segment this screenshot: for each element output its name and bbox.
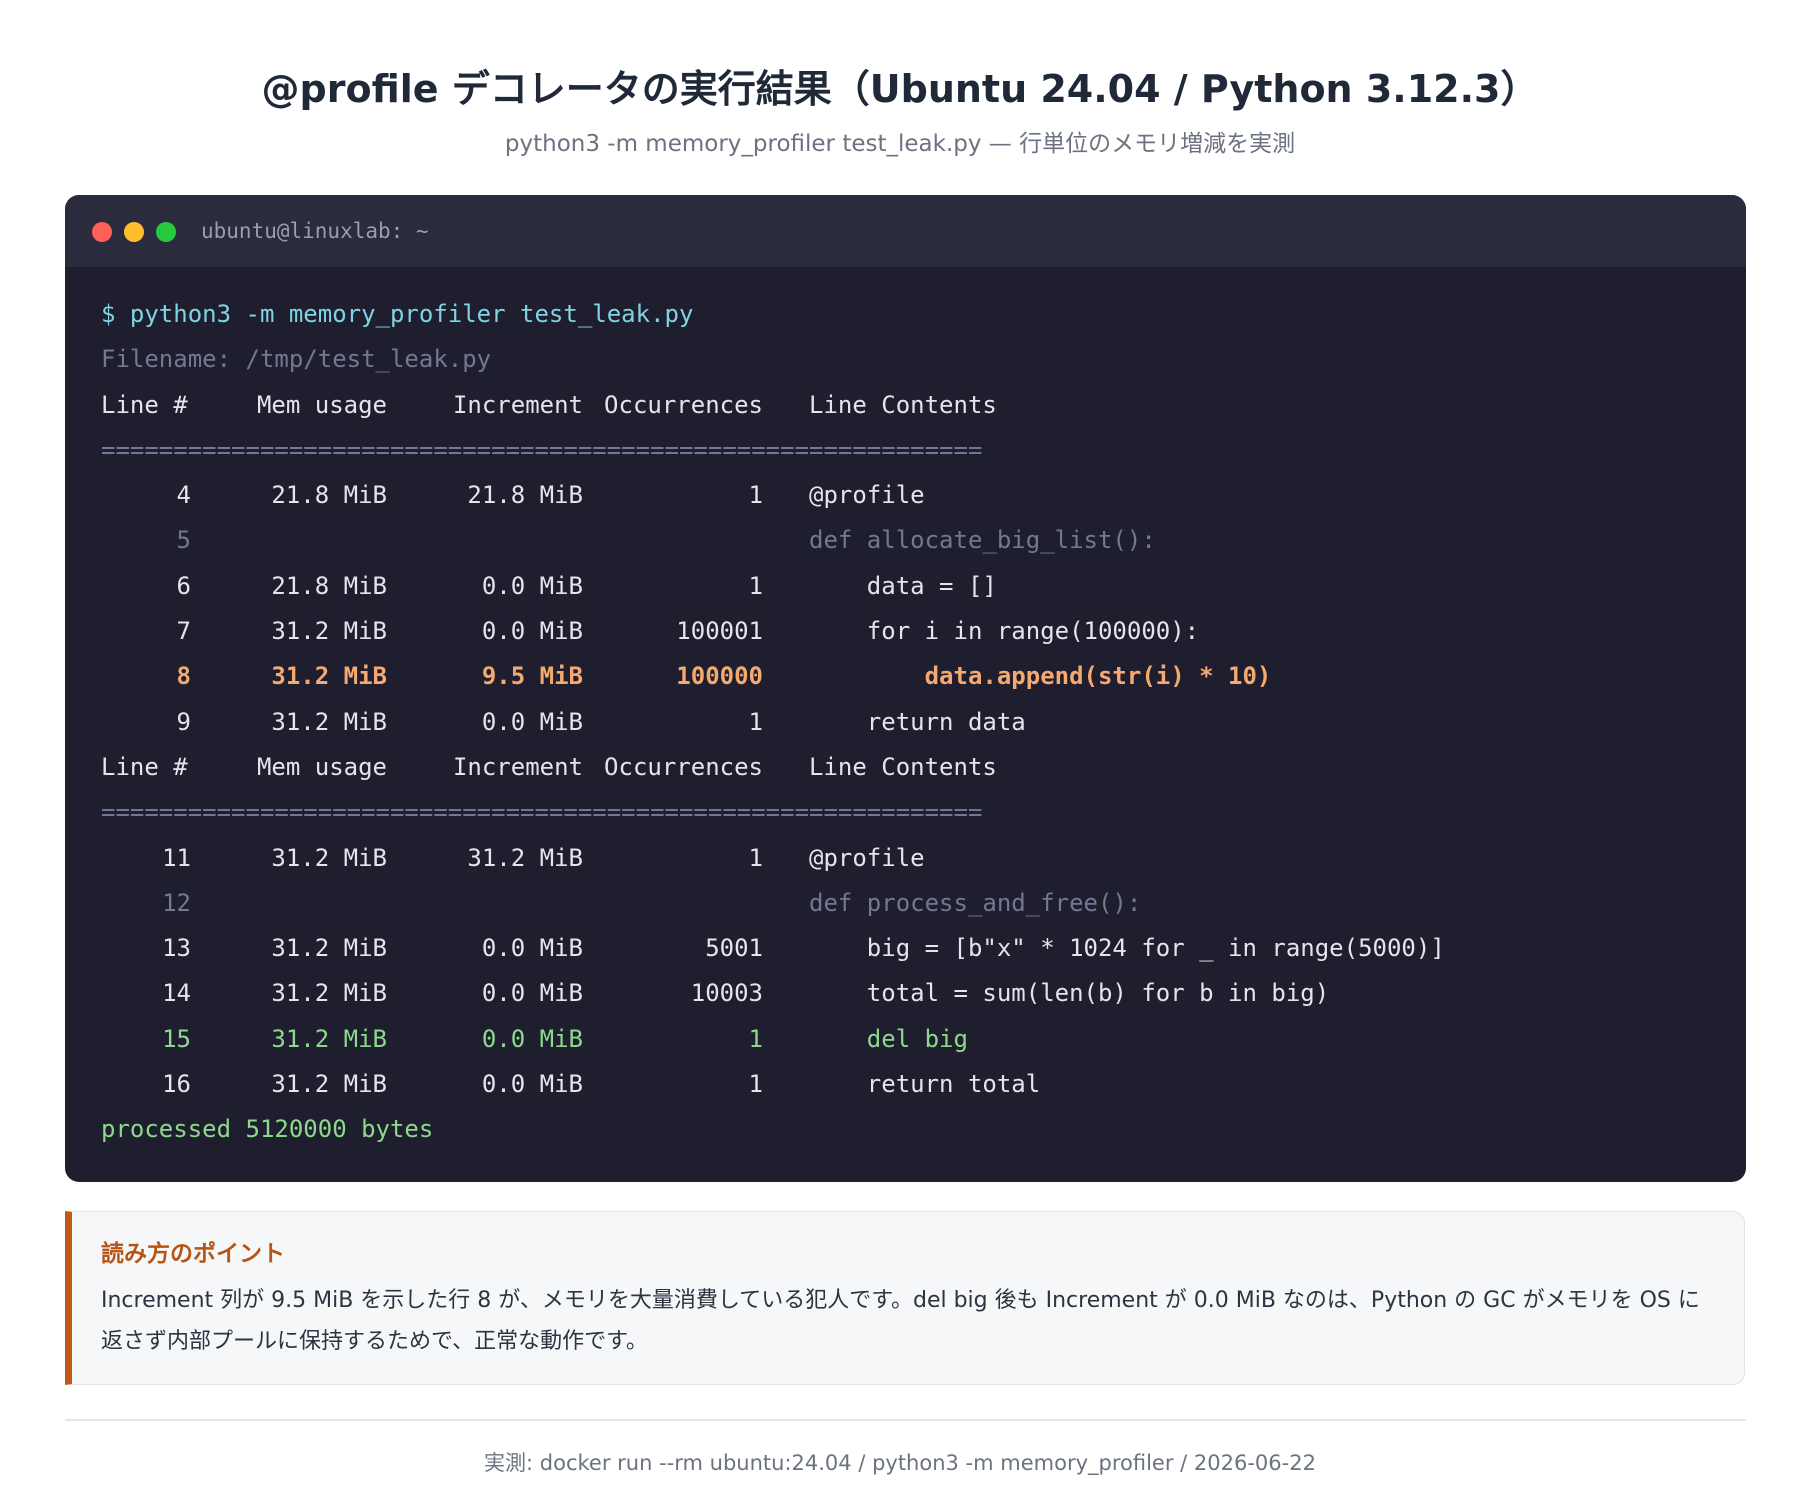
divider (65, 1419, 1746, 1421)
terminal-window: ubuntu@linuxlab: ~ $ python3 -m memory_p… (65, 195, 1746, 1182)
cell-line: 4 (176, 481, 191, 510)
cell-occ: 1 (748, 1070, 763, 1099)
minimize-window-icon[interactable] (124, 222, 144, 242)
cell-line: 16 (162, 1070, 191, 1099)
cell-mem: 31.2 MiB (271, 617, 387, 646)
cell-code: @profile (809, 843, 925, 872)
cell-code: @profile (809, 481, 925, 510)
cell-mem: 31.2 MiB (271, 662, 387, 691)
cell-inc: 0.0 MiB (481, 617, 583, 646)
cell-inc: 0.0 MiB (481, 934, 583, 963)
table-separator: ========================================… (101, 435, 983, 464)
maximize-window-icon[interactable] (156, 222, 176, 242)
cell-occ: 10003 (690, 979, 763, 1008)
cell-inc: 0.0 MiB (481, 1024, 583, 1053)
cell-line: 6 (176, 571, 191, 600)
profile-row: 5 def allocate_big_list(): (101, 518, 1445, 563)
footer-caption: 実測: docker run --rm ubuntu:24.04 / pytho… (484, 1451, 1316, 1475)
header-occurrences-label: Occurrences (604, 752, 763, 781)
cell-code: return data (809, 707, 1026, 736)
profile-row: 14 31.2 MiB 0.0 MiB 10003 total = sum(len(b… (101, 971, 1445, 1016)
header-increment-label: Increment (452, 752, 583, 781)
cell-code: data.append(str(i) * 10) (809, 662, 1272, 691)
cell-mem: 31.2 MiB (271, 979, 387, 1008)
cell-line: 9 (176, 707, 191, 736)
cell-line: 8 (176, 662, 191, 691)
profile-row: 11 31.2 MiB 31.2 MiB 1 @profile (101, 836, 1445, 881)
page-title: @profile デコレータの実行結果（Ubuntu 24.04 / Pytho… (261, 67, 1539, 111)
cell-code: data = [] (809, 571, 997, 600)
profile-row: 15 31.2 MiB 0.0 MiB 1 del big (101, 1017, 1445, 1062)
cell-occ: 1 (748, 571, 763, 600)
cell-code: def process_and_free(): (809, 888, 1142, 917)
profile-row: 6 21.8 MiB 0.0 MiB 1 data = [] (101, 564, 1445, 609)
header-line-label: Line # (101, 752, 188, 781)
cell-line: 11 (162, 843, 191, 872)
header-occurrences-label: Occurrences (604, 390, 763, 419)
header-line-label: Line # (101, 390, 188, 419)
cell-mem: 31.2 MiB (271, 934, 387, 963)
tip-heading: 読み方のポイント (101, 1241, 285, 1267)
cell-code: big = [b"x" * 1024 for _ in range(5000)] (809, 934, 1445, 963)
profile-row: 8 31.2 MiB 9.5 MiB 100000 data.append(str(i… (101, 654, 1445, 699)
filename-line: Filename: /tmp/test_leak.py (101, 345, 492, 374)
cell-mem: 21.8 MiB (271, 481, 387, 510)
cell-line: 13 (162, 934, 191, 963)
tip-text: Increment 列が 9.5 MiB を示した行 8 が、メモリを大量消費し… (101, 1288, 1700, 1354)
cell-code: total = sum(len(b) for b in big) (809, 979, 1330, 1008)
cell-code: for i in range(100000): (809, 617, 1200, 646)
program-output-line: processed 5120000 bytes (101, 1115, 434, 1144)
profile-table-header: Line # Mem usage Increment Occurrences Line … (101, 383, 1445, 428)
profile-row: 13 31.2 MiB 0.0 MiB 5001 big = [b"x" * 1024… (101, 926, 1445, 971)
cell-line: 7 (176, 617, 191, 646)
cell-code: def allocate_big_list(): (809, 526, 1156, 555)
header-mem-label: Mem usage (256, 390, 387, 419)
cell-mem: 31.2 MiB (271, 1024, 387, 1053)
profile-row: 7 31.2 MiB 0.0 MiB 100001 for i in range(10… (101, 609, 1445, 654)
header-contents-label: Line Contents (809, 752, 997, 781)
command-line: $ python3 -m memory_profiler test_leak.p… (101, 300, 694, 328)
terminal-output[interactable]: $ python3 -m memory_profiler test_leak.p… (101, 292, 1445, 1153)
table-separator: ========================================… (101, 798, 983, 827)
header-contents-label: Line Contents (809, 390, 997, 419)
profile-row: 16 31.2 MiB 0.0 MiB 1 return total (101, 1062, 1445, 1107)
cell-occ: 1 (748, 843, 763, 872)
cell-inc: 0.0 MiB (481, 571, 583, 600)
cell-occ: 1 (748, 1024, 763, 1053)
header-increment-label: Increment (452, 390, 583, 419)
cell-inc: 0.0 MiB (481, 979, 583, 1008)
cell-occ: 1 (748, 481, 763, 510)
cell-line: 14 (162, 979, 191, 1008)
cell-line: 12 (162, 888, 191, 917)
profile-row: 12 def process_and_free(): (101, 881, 1445, 926)
cell-inc: 0.0 MiB (481, 707, 583, 736)
cell-occ: 100000 (676, 662, 763, 691)
tip-callout: 読み方のポイント Increment 列が 9.5 MiB を示した行 8 が、… (65, 1211, 1745, 1385)
cell-mem: 31.2 MiB (271, 1070, 387, 1099)
close-window-icon[interactable] (92, 222, 112, 242)
cell-occ: 100001 (676, 617, 763, 646)
header-mem-label: Mem usage (256, 752, 387, 781)
page-subtitle: python3 -m memory_profiler test_leak.py … (504, 131, 1296, 157)
profile-row: 9 31.2 MiB 0.0 MiB 1 return data (101, 700, 1445, 745)
profile-table-header: Line # Mem usage Increment Occurrences Line … (101, 745, 1445, 790)
cell-occ: 5001 (705, 934, 763, 963)
cell-mem: 31.2 MiB (271, 843, 387, 872)
terminal-title: ubuntu@linuxlab: ~ (201, 219, 429, 243)
profile-row: 4 21.8 MiB 21.8 MiB 1 @profile (101, 473, 1445, 518)
cell-code: return total (809, 1070, 1041, 1099)
cell-line: 5 (176, 526, 191, 555)
cell-code: del big (809, 1024, 968, 1053)
cell-inc: 0.0 MiB (481, 1070, 583, 1099)
profile-blocks: Line # Mem usage Increment Occurrences Line … (101, 383, 1445, 1108)
cell-inc: 31.2 MiB (467, 843, 583, 872)
terminal-titlebar: ubuntu@linuxlab: ~ (65, 195, 1746, 267)
cell-occ: 1 (748, 707, 763, 736)
cell-mem: 21.8 MiB (271, 571, 387, 600)
cell-inc: 21.8 MiB (467, 481, 583, 510)
cell-mem: 31.2 MiB (271, 707, 387, 736)
cell-line: 15 (162, 1024, 191, 1053)
cell-inc: 9.5 MiB (481, 662, 583, 691)
